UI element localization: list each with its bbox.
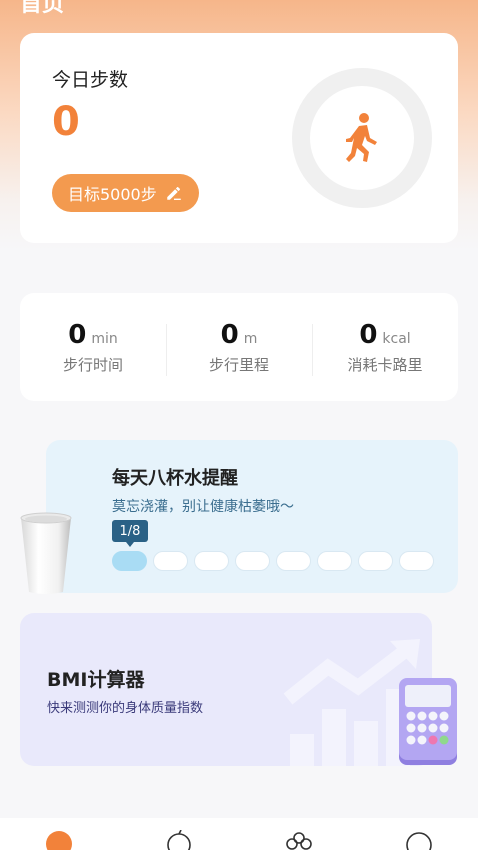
water-cups — [112, 551, 434, 571]
bmi-title: BMI计算器 — [47, 669, 145, 691]
steps-card[interactable]: 今日步数 0 目标5000步 — [20, 33, 458, 243]
water-cup-8[interactable] — [399, 551, 434, 571]
steps-progress-ring — [292, 68, 432, 208]
stat-label: 步行时间 — [62, 355, 123, 374]
water-cup-2[interactable] — [153, 551, 188, 571]
water-cup-3[interactable] — [194, 551, 229, 571]
stat-walk-distance: 0 m 步行里程 — [166, 319, 312, 376]
steps-value: 0 — [52, 99, 80, 145]
steps-label: 今日步数 — [52, 69, 129, 91]
water-reminder-card[interactable]: 每天八杯水提醒 莫忘浇灌，别让健康枯萎哦～ 1/8 — [46, 440, 458, 593]
stat-value: 0 — [359, 319, 378, 350]
page-title: 首页 — [20, 0, 65, 17]
calculator-icon — [399, 678, 457, 765]
goal-button[interactable]: 目标5000步 — [52, 174, 199, 212]
water-cup-4[interactable] — [235, 551, 270, 571]
stat-unit: min — [91, 330, 118, 347]
stat-calories: 0 kcal 消耗卡路里 — [312, 319, 458, 376]
stat-walk-time: 0 min 步行时间 — [20, 320, 166, 375]
stat-value: 0 — [68, 319, 87, 350]
stats-card: 0 min 步行时间 0 m 步行里程 0 kcal 消耗卡路里 — [20, 293, 458, 401]
water-cup-7[interactable] — [358, 551, 393, 571]
home-icon[interactable] — [44, 830, 74, 850]
pencil-icon — [166, 187, 181, 200]
goal-label: 目标5000步 — [68, 185, 157, 204]
water-cup-6[interactable] — [317, 551, 352, 571]
water-progress-badge: 1/8 — [112, 520, 148, 547]
flower-icon[interactable] — [284, 830, 314, 850]
stat-unit: m — [243, 330, 258, 347]
fruit-icon[interactable] — [164, 830, 194, 850]
stat-value: 0 — [220, 319, 239, 350]
profile-icon[interactable] — [404, 830, 434, 850]
bmi-card[interactable]: BMI计算器 快来测测你的身体质量指数 — [20, 613, 432, 766]
water-subtitle: 莫忘浇灌，别让健康枯萎哦～ — [112, 499, 294, 515]
water-cup-5[interactable] — [276, 551, 311, 571]
water-cup-1[interactable] — [112, 551, 147, 571]
walking-person-icon — [346, 113, 377, 162]
stat-unit: kcal — [382, 330, 411, 347]
stat-label: 步行里程 — [208, 355, 269, 374]
paper-cup-icon — [20, 512, 72, 594]
water-title: 每天八杯水提醒 — [112, 468, 238, 489]
stat-label: 消耗卡路里 — [347, 355, 423, 374]
bmi-subtitle: 快来测测你的身体质量指数 — [47, 701, 204, 716]
bottom-nav — [0, 818, 478, 850]
